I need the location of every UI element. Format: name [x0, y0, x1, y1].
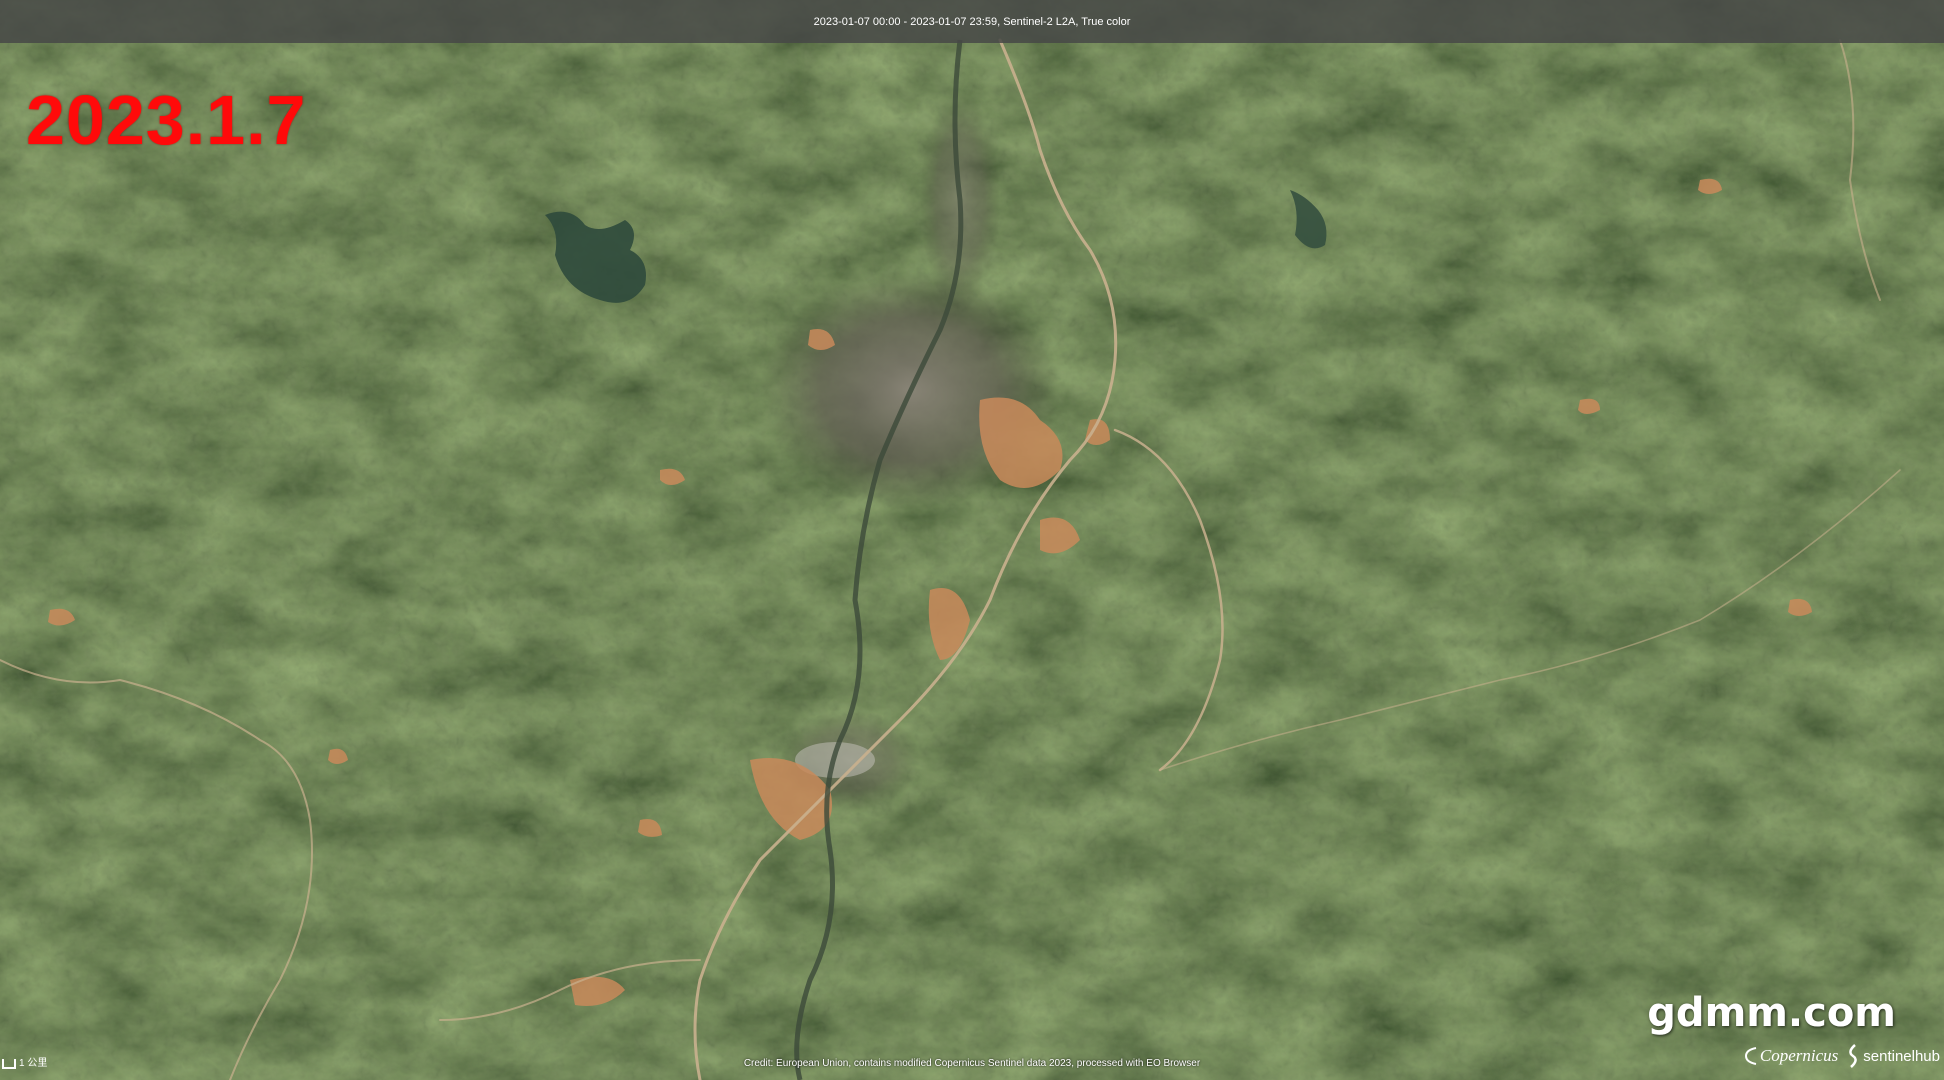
date-label: 2023.1.7	[26, 81, 307, 159]
sentinelhub-icon	[1849, 1044, 1858, 1068]
watermark: gdmm.com	[1647, 990, 1896, 1036]
credit-text: Credit: European Union, contains modifie…	[743, 1058, 1201, 1069]
provider-logos: Copernicus sentinelhub	[1744, 1044, 1940, 1068]
info-bar: 2023-01-07 00:00 - 2023-01-07 23:59, Sen…	[0, 0, 1944, 43]
copernicus-logo[interactable]: Copernicus	[1744, 1046, 1838, 1066]
copernicus-label: Copernicus	[1759, 1046, 1839, 1065]
satellite-map[interactable]	[0, 0, 1944, 1080]
sentinelhub-logo[interactable]: sentinelhub	[1846, 1044, 1940, 1068]
copernicus-icon	[1744, 1047, 1757, 1065]
sentinelhub-label: sentinelhub	[1863, 1047, 1940, 1065]
acquisition-info: 2023-01-07 00:00 - 2023-01-07 23:59, Sen…	[813, 15, 1131, 28]
